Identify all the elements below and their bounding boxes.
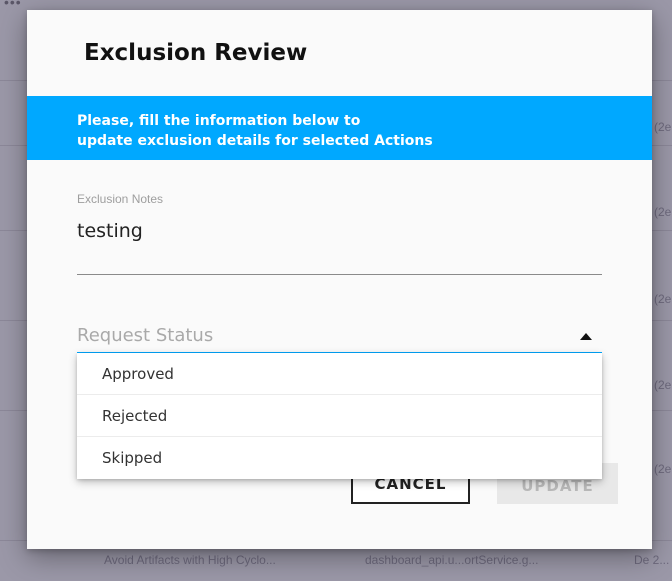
request-status-select[interactable]: Request Status (77, 318, 602, 354)
background-cell: (2e (654, 120, 672, 134)
request-status-placeholder: Request Status (77, 325, 214, 346)
exclusion-notes-label: Exclusion Notes (77, 192, 164, 206)
exclusion-notes-underline (77, 274, 602, 275)
background-cell: (2e (654, 292, 672, 306)
background-menu-dots: ••• (4, 0, 22, 10)
status-option-skipped[interactable]: Skipped (77, 437, 602, 479)
status-option-rejected[interactable]: Rejected (77, 395, 602, 437)
request-status-options-menu: Approved Rejected Skipped (77, 353, 602, 479)
background-cell: (2e (654, 378, 672, 392)
background-cell: De 2... (634, 553, 670, 567)
info-banner-line: Please, fill the information below to (77, 113, 361, 129)
caret-up-icon[interactable] (580, 333, 592, 340)
exclusion-notes-input[interactable]: testing (77, 220, 602, 242)
exclusion-review-dialog: Exclusion Review Please, fill the inform… (27, 10, 652, 549)
info-banner-line: update exclusion details for selected Ac… (77, 133, 433, 149)
background-cell: (2e (654, 462, 672, 476)
background-cell: dashboard_api.u...ortService.g... (365, 553, 539, 567)
status-option-approved[interactable]: Approved (77, 353, 602, 395)
background-cell: (2e (654, 205, 672, 219)
info-banner: Please, fill the information below to up… (27, 96, 652, 160)
dialog-title: Exclusion Review (84, 40, 308, 66)
background-cell: Avoid Artifacts with High Cyclo... (104, 553, 276, 567)
